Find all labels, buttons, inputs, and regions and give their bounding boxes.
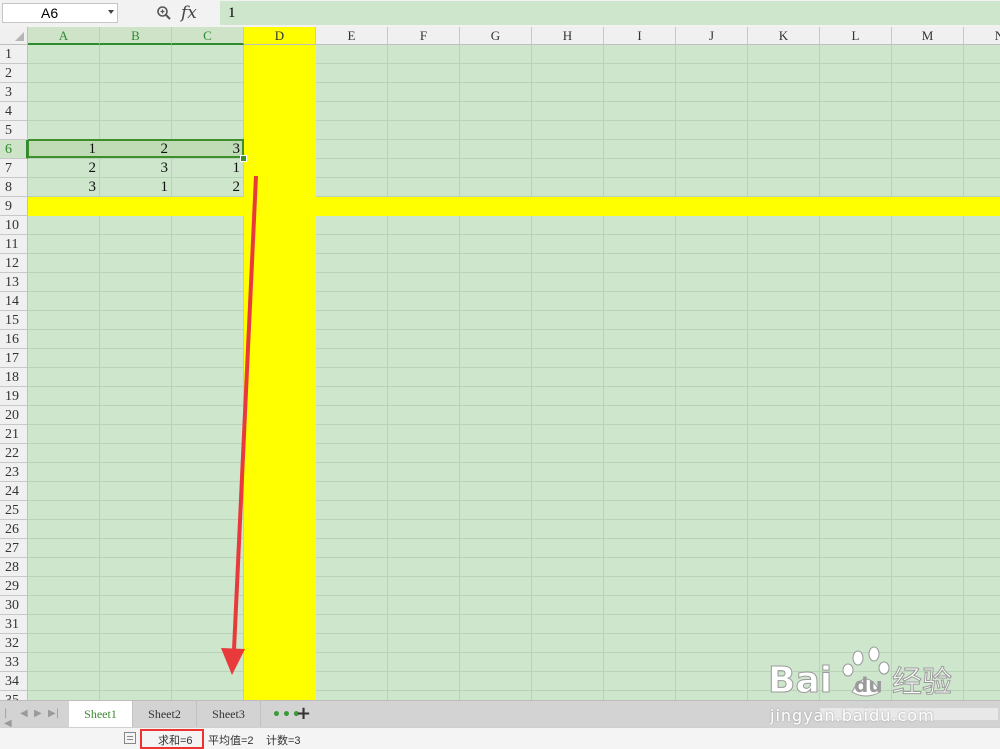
row-header-23[interactable]: 23 [0,463,28,482]
row-header-16[interactable]: 16 [0,330,28,349]
spreadsheet-app: A6 fx 1 1 2 3 2 3 1 3 1 2 ABCDEFGHIJKLMN… [0,0,1000,749]
row-header-26[interactable]: 26 [0,520,28,539]
row-header-3[interactable]: 3 [0,83,28,102]
highlighted-row-9 [28,197,1000,216]
name-box[interactable]: A6 [2,3,118,23]
last-sheet-icon[interactable]: ▶| [48,709,59,719]
row-header-28[interactable]: 28 [0,558,28,577]
row-header-6[interactable]: 6 [0,140,28,159]
triangle-icon [15,32,24,41]
column-header-n[interactable]: N [964,27,1000,45]
column-header-l[interactable]: L [820,27,892,45]
row-header-10[interactable]: 10 [0,216,28,235]
cell-b7[interactable]: 3 [100,159,169,178]
chevron-down-icon[interactable] [108,10,114,14]
row-header-25[interactable]: 25 [0,501,28,520]
row-header-18[interactable]: 18 [0,368,28,387]
name-box-value: A6 [41,5,59,21]
row-header-17[interactable]: 17 [0,349,28,368]
cell-a6[interactable]: 1 [28,140,97,159]
next-sheet-icon[interactable]: ▶ [34,709,44,719]
row-header-32[interactable]: 32 [0,634,28,653]
row-header-13[interactable]: 13 [0,273,28,292]
row-header-1[interactable]: 1 [0,45,28,64]
row-header-4[interactable]: 4 [0,102,28,121]
tab-sheet1[interactable]: Sheet1 [69,701,133,727]
row-header-34[interactable]: 34 [0,672,28,691]
formula-bar: A6 fx 1 [0,0,1000,28]
cell-b8[interactable]: 1 [100,178,169,197]
row-header-2[interactable]: 2 [0,64,28,83]
cell-c6[interactable]: 3 [172,140,241,159]
sum-annotation-box [140,729,204,749]
formula-input[interactable]: 1 [220,1,1000,25]
cell-b6[interactable]: 2 [100,140,169,159]
fx-icon[interactable]: fx [181,3,197,23]
column-header-c[interactable]: C [172,27,244,45]
cell-a8[interactable]: 3 [28,178,97,197]
prev-sheet-icon[interactable]: ◀ [20,709,30,719]
tab-sheet3[interactable]: Sheet3 [197,701,261,727]
column-header-g[interactable]: G [460,27,532,45]
column-header-d[interactable]: D [244,27,316,45]
status-average: 平均值=2 [208,735,254,747]
status-count: 计数=3 [266,735,301,747]
first-sheet-icon[interactable]: |◀ [4,709,14,729]
fill-handle[interactable] [240,155,247,162]
tab-sheet2[interactable]: Sheet2 [133,701,197,727]
row-header-31[interactable]: 31 [0,615,28,634]
add-sheet-button[interactable]: + [296,703,311,724]
cell-c7[interactable]: 1 [172,159,241,178]
column-header-b[interactable]: B [100,27,172,45]
row-header-12[interactable]: 12 [0,254,28,273]
row-header-24[interactable]: 24 [0,482,28,501]
status-bar: 求和=6 平均值=2 计数=3 [0,727,1000,749]
row-header-29[interactable]: 29 [0,577,28,596]
row-header-14[interactable]: 14 [0,292,28,311]
column-header-j[interactable]: J [676,27,748,45]
watermark-url: jingyan.baidu.com [770,706,935,725]
row-header-5[interactable]: 5 [0,121,28,140]
row-header-8[interactable]: 8 [0,178,28,197]
cell-a7[interactable]: 2 [28,159,97,178]
column-header-a[interactable]: A [28,27,100,45]
select-all-corner[interactable] [0,27,28,45]
column-header-e[interactable]: E [316,27,388,45]
document-icon [124,732,136,744]
highlighted-column-d [244,45,316,700]
row-header-35[interactable]: 35 [0,691,28,700]
row-header-20[interactable]: 20 [0,406,28,425]
row-header-22[interactable]: 22 [0,444,28,463]
worksheet[interactable]: 1 2 3 2 3 1 3 1 2 ABCDEFGHIJKLMN 1234567… [0,27,1000,700]
column-header-m[interactable]: M [892,27,964,45]
row-header-33[interactable]: 33 [0,653,28,672]
cell-c8[interactable]: 2 [172,178,241,197]
column-header-f[interactable]: F [388,27,460,45]
row-header-7[interactable]: 7 [0,159,28,178]
column-header-k[interactable]: K [748,27,820,45]
column-header-i[interactable]: I [604,27,676,45]
row-header-15[interactable]: 15 [0,311,28,330]
row-header-30[interactable]: 30 [0,596,28,615]
row-header-19[interactable]: 19 [0,387,28,406]
row-header-9[interactable]: 9 [0,197,28,216]
row-header-11[interactable]: 11 [0,235,28,254]
column-header-h[interactable]: H [532,27,604,45]
row-header-21[interactable]: 21 [0,425,28,444]
row-header-27[interactable]: 27 [0,539,28,558]
zoom-icon[interactable] [156,5,172,21]
